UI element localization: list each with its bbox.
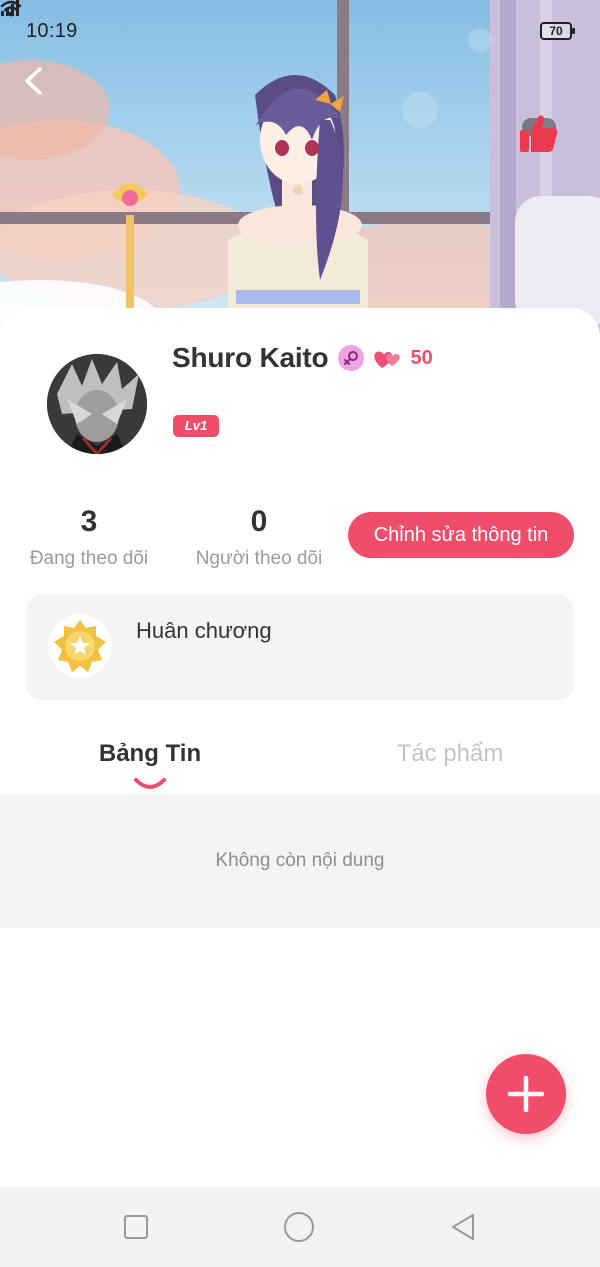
create-post-button[interactable] [486,1054,566,1134]
feed-empty-state: Không còn nội dung [0,794,600,928]
back-nav-button[interactable] [447,1211,479,1243]
hearts-icon [372,346,404,370]
chevron-left-icon [25,67,42,95]
active-tab-indicator [134,778,166,789]
hearts-count: 50 [410,346,433,369]
square-icon [124,1215,148,1239]
avatar[interactable] [47,354,147,454]
profile-name-row: Shuro Kaito 50 [172,338,433,378]
empty-feed-text: Không còn nội dung [215,850,385,871]
followers-label: Người theo dõi [195,548,323,569]
battery-icon: 70 [540,22,575,40]
avatar-image [47,354,147,454]
following-count: 3 [80,505,98,538]
female-symbol-icon [338,345,365,371]
circle-icon [284,1212,314,1242]
following-label: Đang theo dõi [29,548,149,569]
status-bar: 10:19 70 [0,0,600,62]
wifi-icon [0,0,22,17]
profile-name: Shuro Kaito [172,342,329,373]
plus-icon [507,1075,545,1113]
recent-apps-button[interactable] [120,1211,152,1243]
back-button[interactable] [22,66,56,100]
edit-profile-button[interactable]: Chỉnh sửa thông tin [348,512,574,558]
medal-icon [48,614,112,678]
profile-cover: 10:19 70 1 [0,0,600,340]
medal-label: Huân chương [136,618,272,643]
triangle-back-icon [452,1214,474,1240]
medals-section[interactable]: Huân chương [26,594,574,700]
following-stat[interactable]: 3 Đang theo dõi [26,500,152,570]
level-badge: Lv1 [173,415,219,437]
tab-feed[interactable]: Bảng Tin [60,740,240,768]
thumbs-up-icon [520,115,558,152]
home-button[interactable] [283,1211,315,1243]
followers-count: 0 [250,505,268,538]
followers-stat[interactable]: 0 Người theo dõi [192,500,326,570]
system-nav-bar [0,1187,600,1267]
status-time: 10:19 [26,19,78,42]
tab-works[interactable]: Tác phẩm [360,740,540,768]
like-button[interactable]: 1 [516,112,562,186]
